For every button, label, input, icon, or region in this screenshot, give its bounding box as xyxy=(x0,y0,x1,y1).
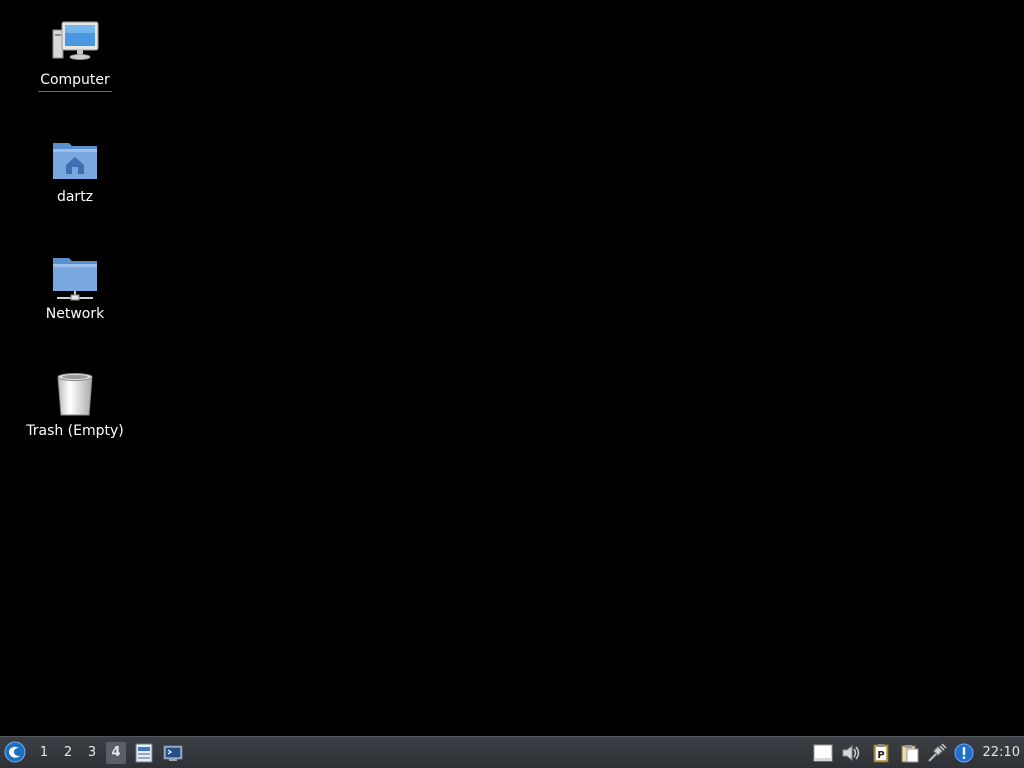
network-folder-icon xyxy=(51,254,99,302)
terminal-icon[interactable] xyxy=(163,743,183,763)
home-folder-icon xyxy=(51,137,99,185)
workspace-2[interactable]: 2 xyxy=(58,742,78,764)
file-manager-icon[interactable] xyxy=(134,743,154,763)
workspace-4[interactable]: 4 xyxy=(106,742,126,764)
desktop-icon-label: dartz xyxy=(56,189,94,205)
computer-icon xyxy=(51,20,99,68)
volume-icon[interactable] xyxy=(841,743,861,763)
menu-icon[interactable] xyxy=(4,741,26,763)
notes-icon[interactable] xyxy=(813,743,833,763)
clock[interactable]: 22:10 xyxy=(983,742,1020,764)
desktop-icon-trash[interactable]: Trash (Empty) xyxy=(20,371,130,442)
workspace-3[interactable]: 3 xyxy=(82,742,102,764)
desktop-icon-label: Network xyxy=(45,306,105,322)
clipboard-icon[interactable] xyxy=(899,743,919,763)
desktop-icon-network[interactable]: Network xyxy=(20,254,130,325)
desktop-icon-label: Computer xyxy=(38,71,112,92)
taskbar: 1 2 3 4 P 22:10 xyxy=(0,736,1024,768)
desktop-icon-computer[interactable]: Computer xyxy=(20,20,130,92)
network-plug-icon[interactable] xyxy=(927,743,947,763)
trash-icon xyxy=(51,371,99,419)
svg-text:P: P xyxy=(877,750,884,761)
desktop[interactable]: Computer dartz Network Trash (Empty) xyxy=(0,0,1024,736)
clipboard-p-icon[interactable]: P xyxy=(871,743,891,763)
update-notification-icon[interactable] xyxy=(954,743,974,763)
workspace-1[interactable]: 1 xyxy=(34,742,54,764)
desktop-icon-home-folder[interactable]: dartz xyxy=(20,137,130,208)
desktop-icon-label: Trash (Empty) xyxy=(26,423,124,439)
